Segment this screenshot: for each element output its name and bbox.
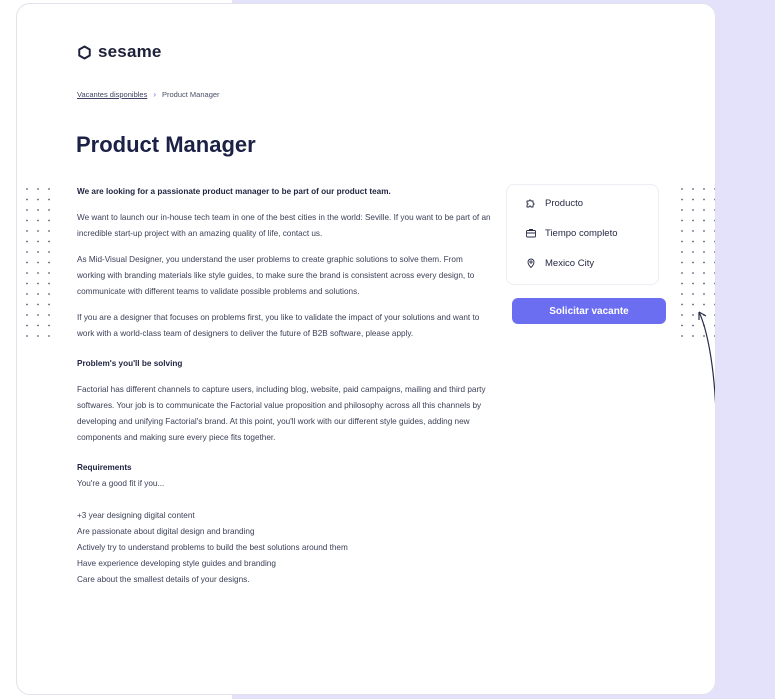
problems-paragraph: Factorial has different channels to capt… (77, 385, 486, 442)
list-item: Have experience developing style guides … (77, 559, 276, 568)
list-item: Are passionate about digital design and … (77, 527, 255, 536)
description-paragraph: As Mid-Visual Designer, you understand t… (77, 255, 475, 296)
job-details-panel: Producto Tiempo completo Mexico City (506, 184, 659, 285)
requirements-list: +3 year designing digital content Are pa… (77, 508, 492, 588)
detail-department-label: Producto (545, 197, 584, 209)
detail-location-label: Mexico City (545, 257, 595, 269)
brand-name: sesame (98, 42, 162, 61)
list-item: Actively try to understand problems to b… (77, 543, 348, 552)
job-lead: We are looking for a passionate product … (77, 187, 391, 196)
apply-button[interactable]: Solicitar vacante (512, 298, 666, 324)
breadcrumb-link-vacancies[interactable]: Vacantes disponibles (77, 90, 147, 99)
breadcrumb-current: Product Manager (162, 90, 220, 99)
puzzle-icon (526, 199, 535, 208)
location-pin-icon (527, 258, 535, 269)
brand-logo[interactable]: sesame (77, 42, 162, 62)
description-paragraph: If you are a designer that focuses on pr… (77, 313, 480, 338)
arrow-pointer-icon (698, 311, 715, 405)
description-paragraph: We want to launch our in-house tech team… (77, 213, 491, 238)
detail-location: Mexico City (525, 257, 594, 269)
list-item: +3 year designing digital content (77, 511, 195, 520)
sesame-logo-icon (78, 45, 91, 59)
job-description: We are looking for a passionate product … (77, 184, 492, 588)
list-item: Care about the smallest details of your … (77, 575, 250, 584)
job-card: sesame Vacantes disponibles › Product Ma… (16, 3, 716, 695)
problems-heading: Problem's you'll be solving (77, 359, 183, 368)
detail-schedule: Tiempo completo (525, 227, 618, 239)
chevron-right-icon: › (153, 90, 156, 99)
requirements-heading: Requirements (77, 463, 132, 472)
detail-schedule-label: Tiempo completo (545, 227, 618, 239)
page-title: Product Manager (76, 132, 256, 157)
dot-pattern-left (17, 184, 55, 344)
breadcrumb: Vacantes disponibles › Product Manager (77, 90, 220, 99)
briefcase-icon (526, 229, 536, 238)
requirements-intro: You're a good fit if you... (77, 479, 165, 488)
detail-department: Producto (525, 197, 583, 209)
